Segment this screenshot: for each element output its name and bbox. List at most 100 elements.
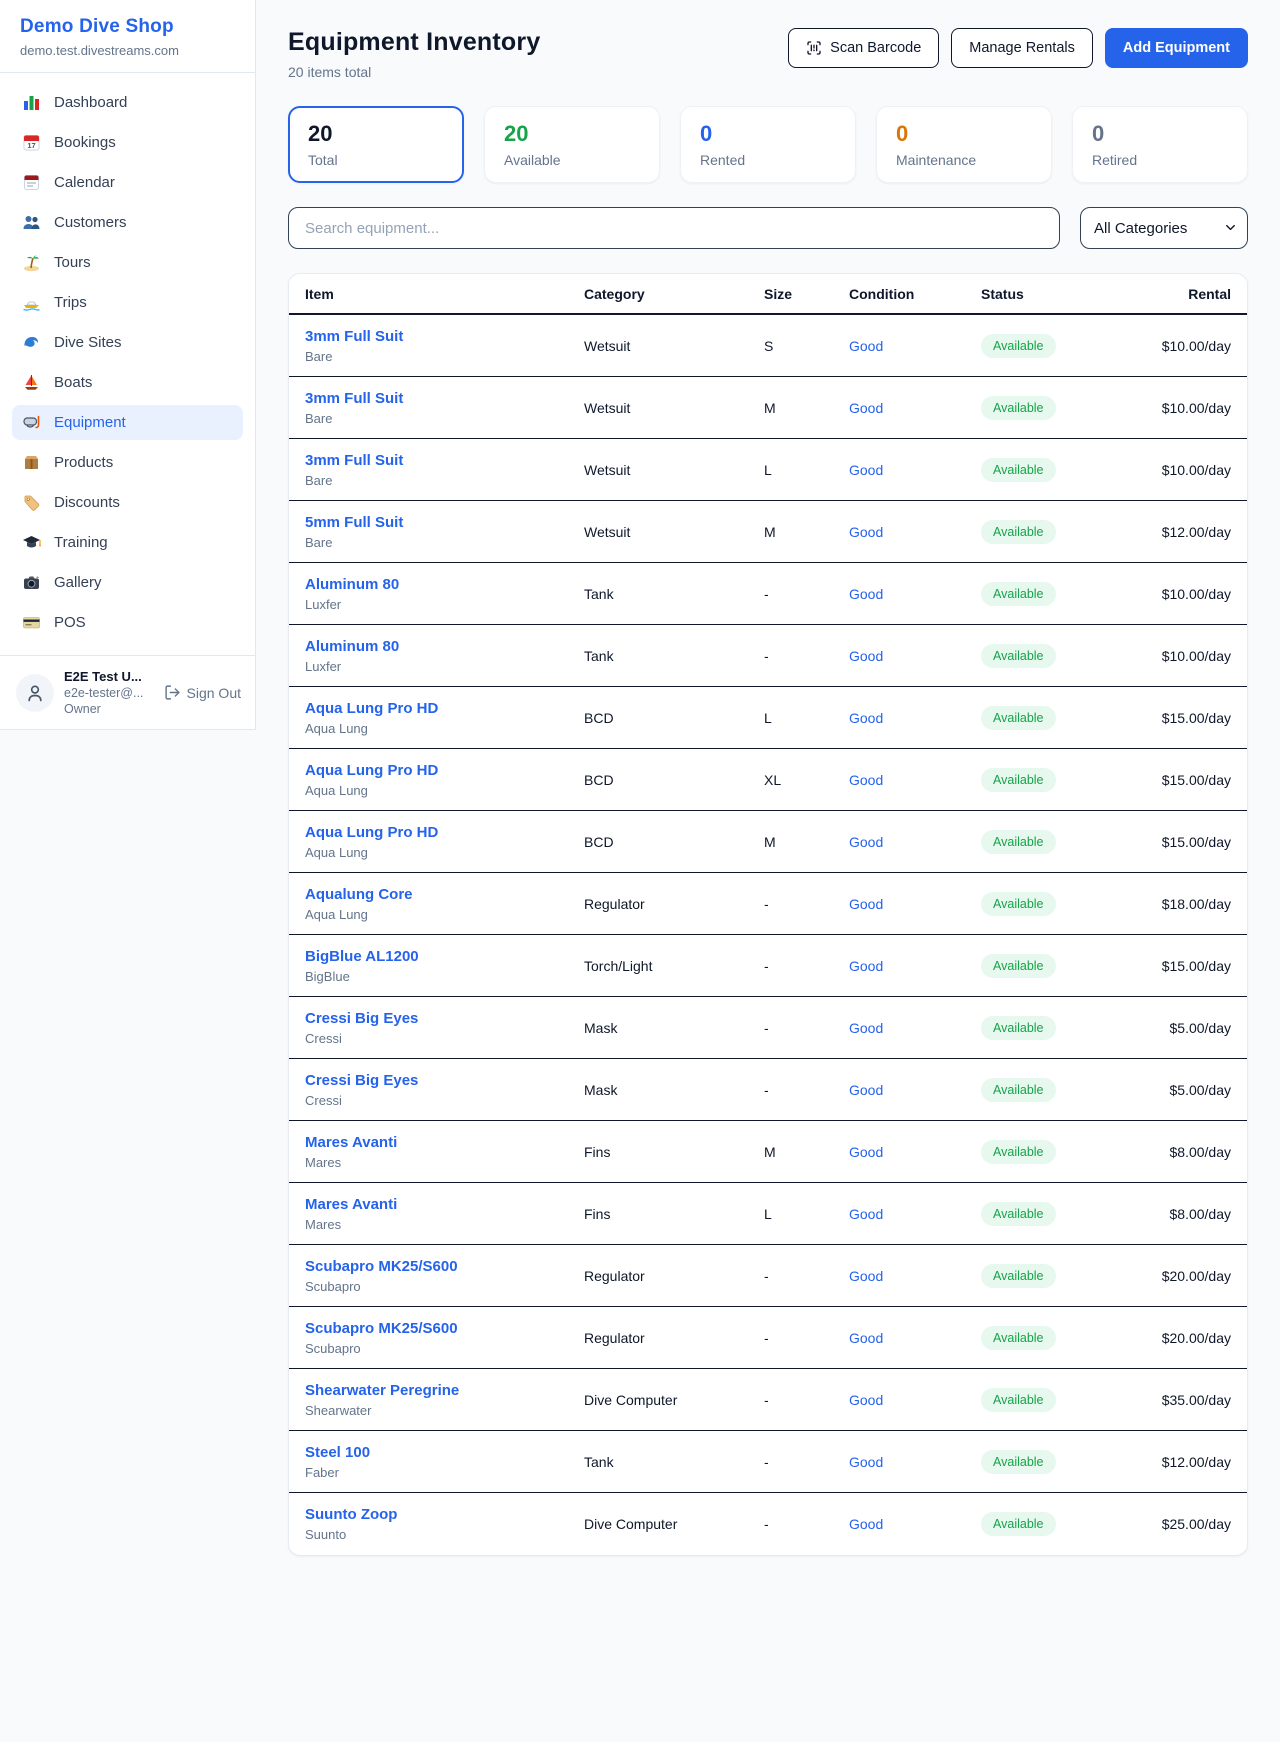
- item-name-link[interactable]: Suunto Zoop: [305, 1506, 397, 1523]
- cell-item: Suunto ZoopSuunto: [305, 1506, 584, 1542]
- item-brand: Mares: [305, 1155, 584, 1170]
- item-name-link[interactable]: Aqua Lung Pro HD: [305, 824, 438, 841]
- table-row[interactable]: Aluminum 80LuxferTank-GoodAvailable$10.0…: [289, 563, 1247, 625]
- stat-card-retired[interactable]: 0Retired: [1072, 106, 1248, 183]
- item-name-link[interactable]: Aqua Lung Pro HD: [305, 762, 438, 779]
- cell-item: Scubapro MK25/S600 Scubapro: [305, 1320, 584, 1356]
- item-name-link[interactable]: Scubapro MK25/S600: [305, 1258, 458, 1275]
- category-select[interactable]: All Categories: [1080, 207, 1248, 249]
- cell-rental: $20.00/day: [1131, 1268, 1231, 1284]
- sidebar-item-equipment[interactable]: Equipment: [12, 405, 243, 440]
- table-row[interactable]: Aqua Lung Pro HDAqua LungBCDXLGoodAvaila…: [289, 749, 1247, 811]
- status-badge: Available: [981, 396, 1056, 420]
- sidebar-item-customers[interactable]: Customers: [12, 205, 243, 240]
- table-row[interactable]: Suunto ZoopSuuntoDive Computer-GoodAvail…: [289, 1493, 1247, 1555]
- item-name-link[interactable]: Shearwater Peregrine: [305, 1382, 459, 1399]
- table-row[interactable]: 3mm Full SuitBareWetsuitMGoodAvailable$1…: [289, 377, 1247, 439]
- cell-item: 5mm Full SuitBare: [305, 514, 584, 550]
- cell-status: Available: [981, 1016, 1131, 1040]
- table-row[interactable]: Mares AvantiMaresFinsLGoodAvailable$8.00…: [289, 1183, 1247, 1245]
- table-row[interactable]: 5mm Full SuitBareWetsuitMGoodAvailable$1…: [289, 501, 1247, 563]
- table-row[interactable]: Aqua Lung Pro HDAqua LungBCDLGoodAvailab…: [289, 687, 1247, 749]
- cell-size: -: [764, 896, 849, 912]
- item-name-link[interactable]: Mares Avanti: [305, 1196, 397, 1213]
- item-name-link[interactable]: Cressi Big Eyes: [305, 1072, 418, 1089]
- sidebar-item-dashboard[interactable]: Dashboard: [12, 85, 243, 120]
- sidebar-item-label: Products: [54, 454, 113, 471]
- item-name-link[interactable]: Scubapro MK25/S600: [305, 1320, 458, 1337]
- sidebar-item-training[interactable]: Training: [12, 525, 243, 560]
- user-name: E2E Test U...: [64, 669, 143, 684]
- sidebar-item-gallery[interactable]: Gallery: [12, 565, 243, 600]
- item-name-link[interactable]: Aqua Lung Pro HD: [305, 700, 438, 717]
- table-row[interactable]: Cressi Big EyesCressiMask-GoodAvailable$…: [289, 997, 1247, 1059]
- sidebar-item-calendar[interactable]: Calendar: [12, 165, 243, 200]
- brand: Demo Dive Shop demo.test.divestreams.com: [0, 0, 255, 73]
- item-name-link[interactable]: 3mm Full Suit: [305, 328, 403, 345]
- cell-condition: Good: [849, 586, 981, 602]
- cell-size: L: [764, 1206, 849, 1222]
- item-name-link[interactable]: 3mm Full Suit: [305, 452, 403, 469]
- item-name-link[interactable]: Cressi Big Eyes: [305, 1010, 418, 1027]
- stat-card-maintenance[interactable]: 0Maintenance: [876, 106, 1052, 183]
- item-name-link[interactable]: Aqualung Core: [305, 886, 413, 903]
- cell-category: Regulator: [584, 1330, 764, 1346]
- sidebar-item-bookings[interactable]: 17Bookings: [12, 125, 243, 160]
- table-row[interactable]: Shearwater PeregrineShearwaterDive Compu…: [289, 1369, 1247, 1431]
- add-equipment-button[interactable]: Add Equipment: [1105, 28, 1248, 68]
- table-row[interactable]: Steel 100FaberTank-GoodAvailable$12.00/d…: [289, 1431, 1247, 1493]
- column-header-status: Status: [981, 286, 1131, 302]
- tag-icon: [22, 493, 41, 512]
- cell-item: Aqualung CoreAqua Lung: [305, 886, 584, 922]
- stat-card-rented[interactable]: 0Rented: [680, 106, 856, 183]
- item-name-link[interactable]: Mares Avanti: [305, 1134, 397, 1151]
- sidebar-item-boats[interactable]: Boats: [12, 365, 243, 400]
- calendar-pad-icon: [22, 173, 41, 192]
- cell-status: Available: [981, 892, 1131, 916]
- sidebar-item-label: Discounts: [54, 494, 120, 511]
- table-row[interactable]: BigBlue AL1200BigBlueTorch/Light-GoodAva…: [289, 935, 1247, 997]
- sidebar-item-dive-sites[interactable]: Dive Sites: [12, 325, 243, 360]
- item-name-link[interactable]: BigBlue AL1200: [305, 948, 419, 965]
- cell-condition: Good: [849, 1144, 981, 1160]
- cell-status: Available: [981, 830, 1131, 854]
- sidebar-item-pos[interactable]: POS: [12, 605, 243, 640]
- table-row[interactable]: Mares AvantiMaresFinsMGoodAvailable$8.00…: [289, 1121, 1247, 1183]
- sidebar-item-products[interactable]: Products: [12, 445, 243, 480]
- table-row[interactable]: 3mm Full SuitBareWetsuitLGoodAvailable$1…: [289, 439, 1247, 501]
- scan-barcode-button[interactable]: Scan Barcode: [788, 28, 939, 68]
- table-row[interactable]: Aqualung CoreAqua LungRegulator-GoodAvai…: [289, 873, 1247, 935]
- item-name-link[interactable]: Aluminum 80: [305, 638, 399, 655]
- cell-item: Aqua Lung Pro HDAqua Lung: [305, 824, 584, 860]
- table-row[interactable]: Cressi Big EyesCressiMask-GoodAvailable$…: [289, 1059, 1247, 1121]
- table-row[interactable]: Scubapro MK25/S600ScubaproRegulator-Good…: [289, 1245, 1247, 1307]
- cell-rental: $10.00/day: [1131, 338, 1231, 354]
- sidebar-item-tours[interactable]: Tours: [12, 245, 243, 280]
- sidebar-item-label: Trips: [54, 294, 87, 311]
- item-brand: Scubapro: [305, 1341, 584, 1356]
- cell-rental: $5.00/day: [1131, 1020, 1231, 1036]
- table-row[interactable]: 3mm Full SuitBareWetsuitSGoodAvailable$1…: [289, 315, 1247, 377]
- stat-value: 20: [308, 121, 444, 147]
- grad-cap-icon: [22, 533, 41, 552]
- manage-rentals-button[interactable]: Manage Rentals: [951, 28, 1093, 68]
- sidebar-item-discounts[interactable]: Discounts: [12, 485, 243, 520]
- table-row[interactable]: Scubapro MK25/S600ScubaproRegulator-Good…: [289, 1307, 1247, 1369]
- item-name-link[interactable]: 3mm Full Suit: [305, 390, 403, 407]
- sign-out-button[interactable]: Sign Out: [164, 684, 241, 701]
- cell-category: BCD: [584, 710, 764, 726]
- cell-rental: $5.00/day: [1131, 1082, 1231, 1098]
- item-name-link[interactable]: Steel 100: [305, 1444, 370, 1461]
- table-row[interactable]: Aluminum 80LuxferTank-GoodAvailable$10.0…: [289, 625, 1247, 687]
- stat-card-available[interactable]: 20Available: [484, 106, 660, 183]
- sidebar-item-label: Tours: [54, 254, 91, 271]
- cell-rental: $10.00/day: [1131, 462, 1231, 478]
- stat-card-total[interactable]: 20Total: [288, 106, 464, 183]
- table-row[interactable]: Aqua Lung Pro HDAqua LungBCDMGoodAvailab…: [289, 811, 1247, 873]
- sidebar-item-trips[interactable]: Trips: [12, 285, 243, 320]
- cell-condition: Good: [849, 1330, 981, 1346]
- item-name-link[interactable]: 5mm Full Suit: [305, 514, 403, 531]
- sidebar-item-label: Boats: [54, 374, 92, 391]
- search-input[interactable]: [288, 207, 1060, 249]
- item-name-link[interactable]: Aluminum 80: [305, 576, 399, 593]
